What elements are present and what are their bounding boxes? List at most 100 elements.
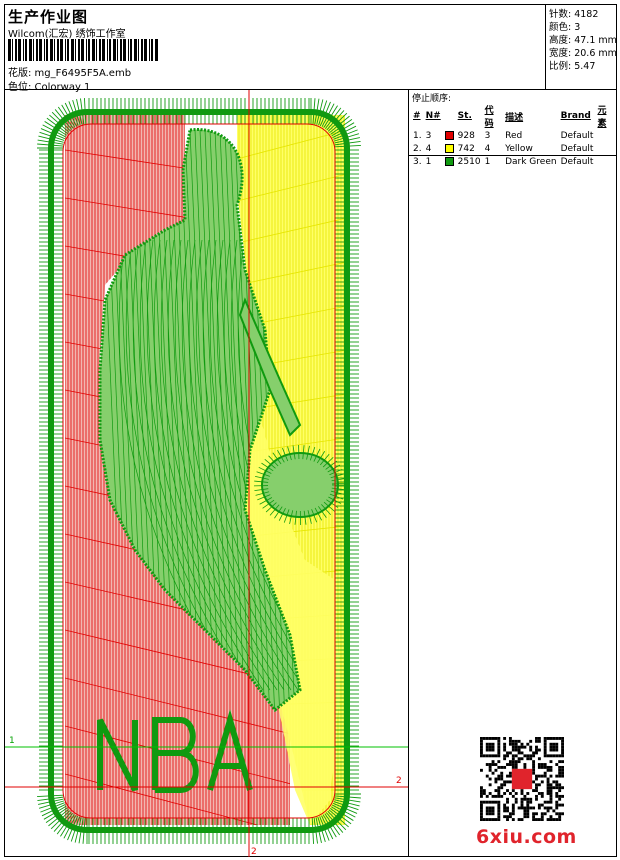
qr-module (546, 792, 550, 795)
qr-module (549, 794, 553, 798)
color-swatch (444, 143, 454, 153)
qr-module (546, 777, 550, 781)
barcode-bar (151, 39, 153, 61)
qr-module (532, 818, 536, 821)
qr-module (549, 800, 553, 804)
guide-label-1: 1 (9, 736, 15, 746)
qr-module (511, 794, 515, 798)
guide-label-2-right: 2 (396, 776, 402, 786)
qr-module (520, 800, 524, 804)
qr-module (546, 765, 550, 769)
qr-module (549, 768, 553, 772)
col-brand: Brand (560, 111, 591, 121)
qr-module (494, 737, 498, 740)
qr-module (558, 737, 562, 740)
qr-module (520, 797, 524, 801)
qr-module (529, 797, 533, 801)
qr-module (500, 771, 504, 775)
qr-module (491, 818, 495, 821)
qr-module (537, 774, 541, 778)
qr-module (497, 800, 501, 804)
table-row: 3. 1 2510 1 Dark Green Default (411, 155, 616, 168)
qr-module (546, 786, 550, 790)
barcode-bar (117, 39, 118, 61)
col-needle: N# (425, 111, 441, 121)
qr-module (537, 765, 541, 769)
qr-module (514, 742, 518, 746)
qr-module (532, 760, 536, 764)
row-brand: Default (560, 130, 594, 141)
qr-module (543, 754, 547, 758)
qr-module (517, 757, 521, 761)
qr-module (561, 737, 564, 740)
qr-module (543, 806, 547, 810)
qr-module (558, 783, 562, 787)
qr-module (558, 774, 562, 778)
qr-module (540, 774, 544, 778)
qr-module (480, 751, 483, 755)
qr-module (491, 748, 495, 752)
watermark-site: 6xiu.com (476, 826, 577, 848)
qr-module (561, 771, 564, 775)
barcode-bar (120, 39, 122, 61)
qr-module (549, 765, 553, 769)
qr-module (561, 794, 564, 798)
barcode-bar (92, 39, 95, 61)
qr-module (482, 754, 486, 758)
row-element (595, 155, 616, 168)
qr-module (511, 748, 515, 752)
qr-module (514, 797, 518, 801)
row-needle: 3 (425, 130, 432, 141)
qr-module (488, 812, 492, 816)
qr-module (485, 754, 489, 758)
row-code: 3 (484, 130, 491, 141)
qr-module (555, 794, 559, 798)
qr-module (480, 806, 483, 810)
qr-module (555, 748, 559, 752)
qr-module (543, 763, 547, 766)
qr-module (540, 818, 544, 821)
qr-module (526, 800, 530, 804)
qr-center-logo (511, 768, 533, 790)
barcode-bar (81, 39, 84, 61)
design-ratio: 比例: 5.47 (549, 61, 596, 72)
qr-module (535, 751, 538, 755)
qr-module (506, 806, 509, 810)
qr-module (526, 809, 530, 813)
qr-module (532, 768, 536, 772)
qr-module (520, 757, 524, 761)
color-swatch (444, 130, 454, 140)
qr-module (526, 742, 530, 746)
qr-module (552, 737, 556, 740)
barcode-bar (138, 39, 139, 61)
qr-module (517, 806, 521, 810)
barcode-bar (109, 39, 111, 61)
table-row: 1. 3 928 3 Red Default (411, 129, 616, 142)
qr-module (535, 794, 538, 798)
qr-module (535, 774, 538, 778)
qr-module (480, 739, 483, 743)
qr-module (506, 797, 509, 801)
qr-module (558, 754, 562, 758)
qr-module (552, 780, 556, 784)
qr-module (491, 800, 495, 804)
qr-module (555, 745, 559, 749)
qr-module (558, 794, 562, 798)
qr-module (532, 771, 536, 775)
qr-module (491, 809, 495, 813)
qr-module (549, 806, 553, 810)
qr-module (514, 792, 518, 795)
qr-module (503, 757, 507, 761)
qr-module (497, 806, 501, 810)
qr-module (480, 800, 483, 804)
qr-module (514, 748, 518, 752)
qr-module (497, 786, 501, 790)
qr-module (558, 797, 562, 801)
qr-module (532, 812, 536, 816)
qr-module (552, 818, 556, 821)
barcode-bar (155, 39, 158, 61)
qr-module (537, 818, 541, 821)
qr-module (520, 806, 524, 810)
qr-module (532, 763, 536, 766)
qr-module (549, 783, 553, 787)
